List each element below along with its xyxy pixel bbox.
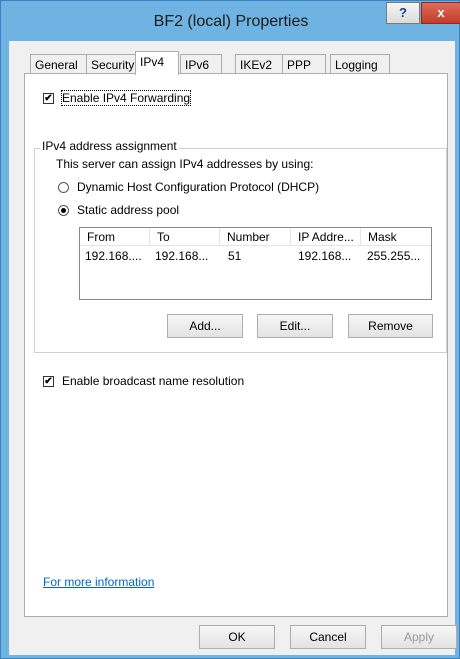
- enable-broadcast-label[interactable]: Enable broadcast name resolution: [62, 374, 244, 388]
- cell-number: 51: [228, 249, 242, 263]
- column-header-mask[interactable]: Mask: [361, 228, 431, 246]
- tab-ikev2[interactable]: IKEv2: [235, 54, 283, 74]
- tab-label: Security: [91, 58, 135, 72]
- tab-ipv4[interactable]: IPv4: [135, 51, 179, 75]
- column-header-number[interactable]: Number: [220, 228, 291, 246]
- tab-ppp[interactable]: PPP: [282, 54, 326, 74]
- properties-window: BF2 (local) Properties ? x General Secur…: [0, 0, 460, 659]
- remove-button[interactable]: Remove: [348, 314, 433, 338]
- dhcp-radio-label[interactable]: Dynamic Host Configuration Protocol (DHC…: [77, 180, 319, 194]
- column-header-ip-address[interactable]: IP Addre...: [291, 228, 361, 246]
- dhcp-radio[interactable]: [58, 182, 69, 193]
- help-button[interactable]: ?: [386, 2, 420, 24]
- edit-button[interactable]: Edit...: [257, 314, 333, 338]
- tab-logging[interactable]: Logging: [330, 54, 390, 74]
- checkmark-icon: ✔: [44, 376, 53, 387]
- cell-ip-address: 192.168...: [298, 249, 352, 263]
- ok-button[interactable]: OK: [199, 625, 275, 649]
- enable-ipv4-forwarding-label[interactable]: Enable IPv4 Forwarding: [60, 90, 192, 106]
- static-pool-radio-label[interactable]: Static address pool: [77, 203, 179, 217]
- help-icon: ?: [399, 5, 407, 20]
- tab-label: IKEv2: [240, 58, 273, 72]
- tab-label: General: [35, 58, 78, 72]
- group-title: IPv4 address assignment: [40, 139, 179, 153]
- tab-general[interactable]: General: [30, 54, 87, 74]
- tab-label: Logging: [335, 58, 378, 72]
- static-pool-radio[interactable]: [58, 205, 69, 216]
- close-button[interactable]: x: [421, 2, 460, 24]
- column-header-from[interactable]: From: [80, 228, 150, 246]
- enable-broadcast-checkbox[interactable]: ✔: [43, 376, 54, 387]
- apply-button[interactable]: Apply: [381, 625, 457, 649]
- close-icon: x: [437, 5, 445, 20]
- add-button[interactable]: Add...: [167, 314, 243, 338]
- cell-to: 192.168...: [155, 249, 209, 263]
- more-information-link[interactable]: For more information: [43, 575, 154, 589]
- assignment-description: This server can assign IPv4 addresses by…: [56, 157, 314, 171]
- enable-ipv4-forwarding-checkbox[interactable]: ✔: [43, 93, 54, 104]
- tab-label: PPP: [287, 58, 312, 72]
- tab-label: IPv6: [185, 58, 210, 72]
- cell-mask: 255.255...: [367, 249, 421, 263]
- tab-ipv6[interactable]: IPv6: [180, 54, 222, 74]
- cell-from: 192.168....: [85, 249, 142, 263]
- title-bar[interactable]: BF2 (local) Properties ? x: [1, 1, 460, 41]
- tab-security[interactable]: Security: [86, 54, 138, 74]
- column-header-to[interactable]: To: [150, 228, 220, 246]
- checkmark-icon: ✔: [44, 93, 53, 104]
- address-pool-list[interactable]: From To Number IP Addre... Mask 192.168.…: [79, 227, 432, 300]
- cancel-button[interactable]: Cancel: [290, 625, 366, 649]
- tab-label: IPv4: [140, 55, 165, 69]
